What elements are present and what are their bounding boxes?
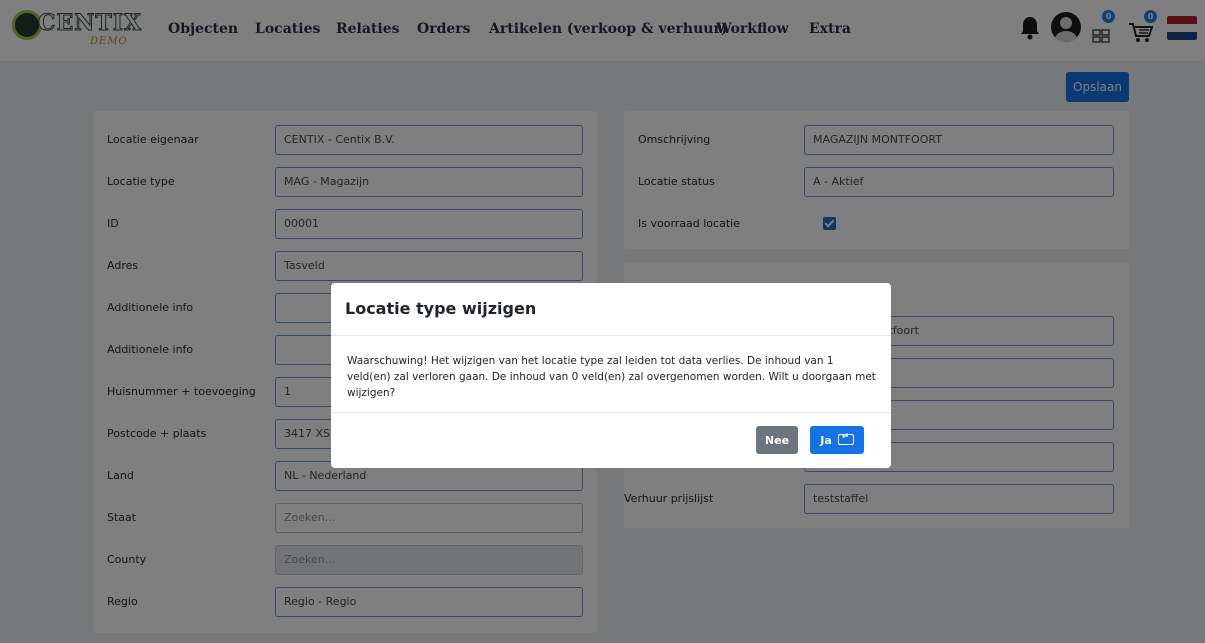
yes-button[interactable]: Ja	[810, 426, 864, 454]
dialog-message: Waarschuwing! Het wijzigen van het locat…	[347, 355, 876, 399]
dialog-footer-divider	[331, 412, 891, 413]
dialog-header-divider	[331, 335, 891, 336]
enter-key-icon	[837, 432, 854, 445]
yes-button-label: Ja	[820, 433, 832, 447]
no-button[interactable]: Nee	[756, 426, 798, 454]
change-location-type-dialog: Locatie type wijzigen Waarschuwing! Het …	[331, 283, 891, 468]
dialog-title: Locatie type wijzigen	[345, 299, 537, 318]
